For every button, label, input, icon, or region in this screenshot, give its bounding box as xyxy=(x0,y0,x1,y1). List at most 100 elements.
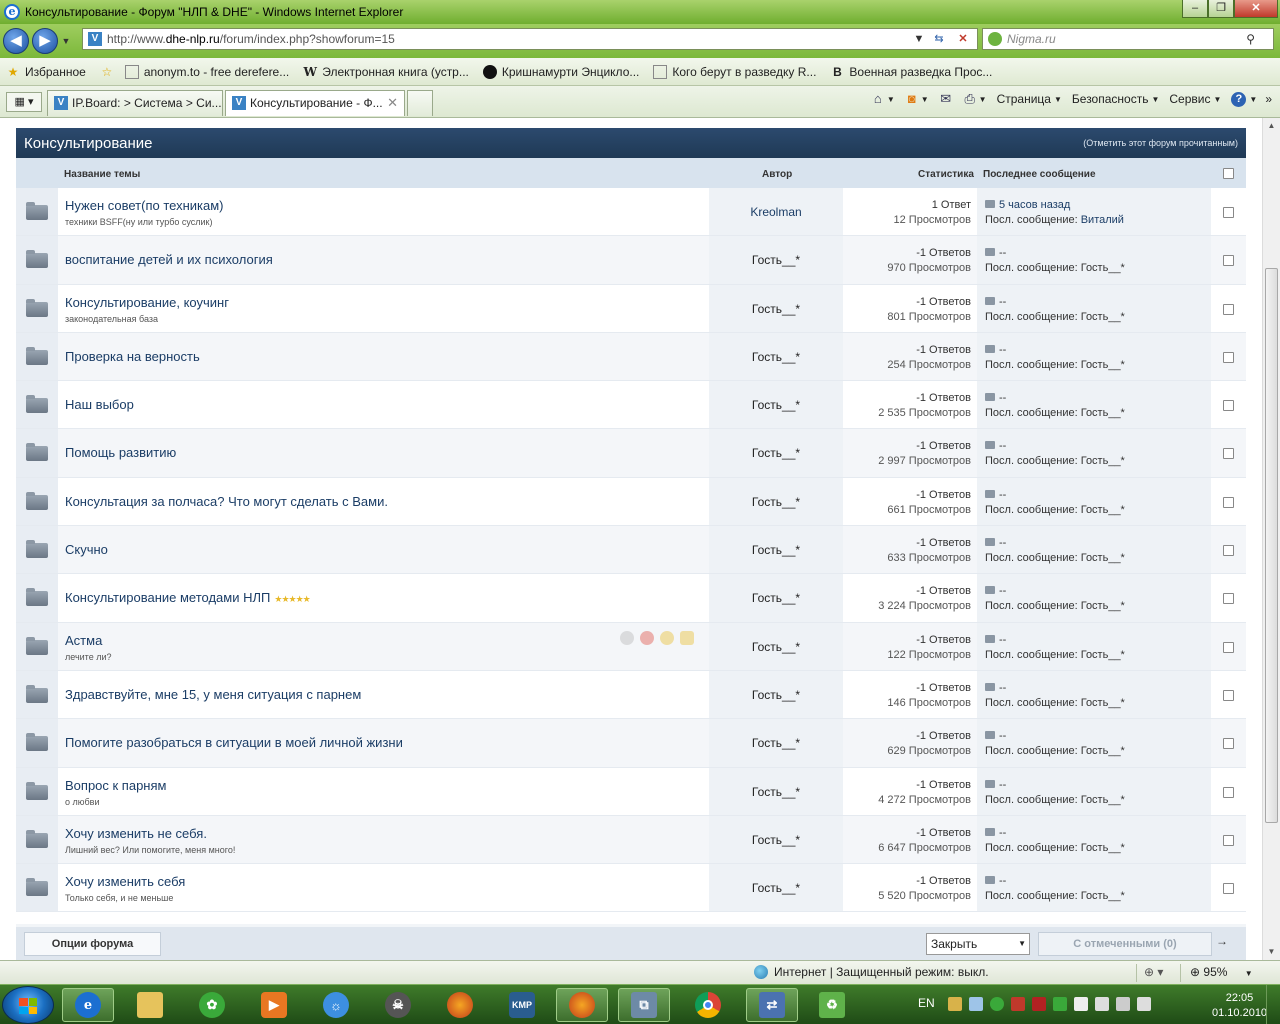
tray-network-icon[interactable] xyxy=(1116,997,1130,1011)
topic-select-checkbox[interactable] xyxy=(1223,738,1234,750)
taskbar-firefox-2[interactable] xyxy=(556,988,608,1022)
column-last-post[interactable]: Последнее сообщение xyxy=(983,169,1096,180)
tray-flag-icon[interactable] xyxy=(1095,997,1109,1011)
goto-last-post-icon[interactable] xyxy=(985,344,995,353)
goto-last-post-icon[interactable] xyxy=(985,876,995,885)
lock-icon[interactable] xyxy=(680,630,694,645)
window-title-bar[interactable]: e Консультирование - Форум "НЛП & DHE" -… xyxy=(0,0,1280,24)
start-button[interactable] xyxy=(2,986,54,1024)
clock[interactable]: 22:05 01.10.2010 xyxy=(1212,991,1267,1021)
topic-select-checkbox[interactable] xyxy=(1223,834,1234,846)
topic-select-checkbox[interactable] xyxy=(1223,786,1234,798)
topic-title-link[interactable]: Нужен совет(по техникам) xyxy=(65,198,224,213)
topic-title-link[interactable]: Проверка на верность xyxy=(65,349,200,364)
address-input[interactable]: V http://www.dhe-nlp.ru/forum/index.php?… xyxy=(82,28,978,50)
topic-title-link[interactable]: Хочу изменить себя xyxy=(65,874,185,889)
tray-camera-icon[interactable] xyxy=(969,997,983,1011)
taskbar-chrome[interactable] xyxy=(682,988,734,1022)
topic-select-checkbox[interactable] xyxy=(1223,400,1234,412)
refresh-icon[interactable]: ⇆ xyxy=(929,29,949,49)
taskbar-kmplayer[interactable]: KMP xyxy=(496,988,548,1022)
goto-last-post-icon[interactable] xyxy=(985,731,995,740)
tray-icon[interactable] xyxy=(990,997,1004,1011)
taskbar-firefox[interactable] xyxy=(434,988,486,1022)
forward-button[interactable]: ▶ xyxy=(32,28,58,54)
tray-icq-icon[interactable] xyxy=(1053,997,1067,1011)
topic-title-link[interactable]: Скучно xyxy=(65,542,108,557)
favorite-link[interactable]: anonym.to - free derefere... xyxy=(124,64,289,79)
goto-last-post-icon[interactable] xyxy=(985,393,995,402)
goto-last-post-icon[interactable] xyxy=(985,248,995,257)
page-menu[interactable]: Страница ▼ xyxy=(997,92,1062,106)
goto-last-post-icon[interactable] xyxy=(985,441,995,450)
go-arrow-icon[interactable]: → xyxy=(1216,934,1228,948)
topic-title-link[interactable]: Помощь развитию xyxy=(65,445,176,460)
last-poster[interactable]: Виталий xyxy=(1081,214,1124,226)
quick-tabs-button[interactable]: ▦ ▾ xyxy=(6,92,42,112)
goto-last-post-icon[interactable] xyxy=(985,538,995,547)
compat-view-icon[interactable]: ⊕ ▾ xyxy=(1144,965,1163,979)
print-dropdown-icon[interactable]: ▼ xyxy=(979,95,987,104)
taskbar-explorer[interactable] xyxy=(124,988,176,1022)
rss-icon[interactable]: ◙ xyxy=(903,91,921,107)
topic-select-checkbox[interactable] xyxy=(1223,641,1234,653)
stop-icon[interactable]: ✕ xyxy=(953,29,973,49)
tray-en-icon[interactable] xyxy=(1032,997,1046,1011)
topic-title-link[interactable]: Консультирование, коучинг xyxy=(65,295,229,310)
taskbar-network-app[interactable]: ⧉ xyxy=(618,988,670,1022)
delete-icon[interactable] xyxy=(640,630,654,645)
tray-volume-icon[interactable] xyxy=(1137,997,1151,1011)
mark-forum-read-link[interactable]: (Отметить этот форум прочитанным) xyxy=(1083,138,1238,148)
scroll-up-icon[interactable]: ▲ xyxy=(1263,118,1280,134)
tools-menu[interactable]: Сервис ▼ xyxy=(1169,92,1221,106)
scroll-down-icon[interactable]: ▼ xyxy=(1263,944,1280,960)
vertical-scrollbar[interactable]: ▲ ▼ xyxy=(1262,118,1280,960)
rss-dropdown-icon[interactable]: ▼ xyxy=(921,95,929,104)
scroll-thumb[interactable] xyxy=(1265,268,1278,823)
minimize-button[interactable]: – xyxy=(1182,0,1208,18)
topic-select-checkbox[interactable] xyxy=(1223,351,1234,363)
show-desktop-button[interactable] xyxy=(1266,985,1280,1024)
last-post-time[interactable]: 5 часов назад xyxy=(999,199,1070,211)
mail-icon[interactable]: ✉ xyxy=(937,91,955,107)
more-chevron-icon[interactable]: » xyxy=(1265,92,1272,106)
taskbar-recycle[interactable]: ♻ xyxy=(806,988,858,1022)
back-button[interactable]: ◀ xyxy=(3,28,29,54)
taskbar-app-sun[interactable]: ☼ xyxy=(310,988,362,1022)
security-zone[interactable]: Интернет | Защищенный режим: выкл. xyxy=(754,965,989,979)
column-stats[interactable]: Статистика xyxy=(918,169,974,180)
select-all-checkbox[interactable] xyxy=(1223,168,1234,179)
tab-konsultirovanie[interactable]: V Консультирование - Ф... ✕ xyxy=(225,90,405,116)
pin-icon[interactable] xyxy=(660,630,674,645)
goto-last-post-icon[interactable] xyxy=(985,634,995,643)
forum-options-button[interactable]: Опции форума xyxy=(24,932,161,956)
topic-select-checkbox[interactable] xyxy=(1223,593,1234,605)
with-checked-button[interactable]: С отмеченными (0) xyxy=(1038,932,1212,956)
tab-ipboard[interactable]: V IP.Board: > Система > Си... xyxy=(47,90,223,116)
favorites-button[interactable]: ★ Избранное xyxy=(6,65,86,79)
moderation-action-select[interactable]: Закрыть ▼ xyxy=(926,933,1030,955)
topic-title-link[interactable]: Наш выбор xyxy=(65,397,134,412)
topic-title-link[interactable]: Помогите разобраться в ситуации в моей л… xyxy=(65,735,403,750)
column-author[interactable]: Автор xyxy=(762,169,792,180)
favorite-link[interactable]: W Электронная книга (устр... xyxy=(303,65,468,79)
goto-last-post-icon[interactable] xyxy=(985,779,995,788)
tray-icon[interactable] xyxy=(948,997,962,1011)
taskbar-ie[interactable]: e xyxy=(62,988,114,1022)
print-icon[interactable]: ⎙ xyxy=(961,91,979,107)
topic-select-checkbox[interactable] xyxy=(1223,883,1234,895)
home-icon[interactable]: ⌂ xyxy=(869,91,887,107)
zoom-control[interactable]: ⊕ 95% ▼ xyxy=(1190,965,1253,979)
move-icon[interactable] xyxy=(620,630,634,645)
favorite-link[interactable]: B Военная разведка Прос... xyxy=(830,65,992,79)
search-icon[interactable]: ⚲ xyxy=(1246,29,1255,49)
topic-title-link[interactable]: воспитание детей и их психология xyxy=(65,252,273,267)
topic-select-checkbox[interactable] xyxy=(1223,545,1234,557)
goto-last-post-icon[interactable] xyxy=(985,296,995,305)
topic-title-link[interactable]: Здравствуйте, мне 15, у меня ситуация с … xyxy=(65,687,361,702)
topic-title-link[interactable]: Консультация за полчаса? Что могут сдела… xyxy=(65,494,388,509)
new-tab-button[interactable] xyxy=(407,90,433,116)
topic-select-checkbox[interactable] xyxy=(1223,303,1234,315)
taskbar-icq[interactable]: ✿ xyxy=(186,988,238,1022)
topic-select-checkbox[interactable] xyxy=(1223,689,1234,701)
